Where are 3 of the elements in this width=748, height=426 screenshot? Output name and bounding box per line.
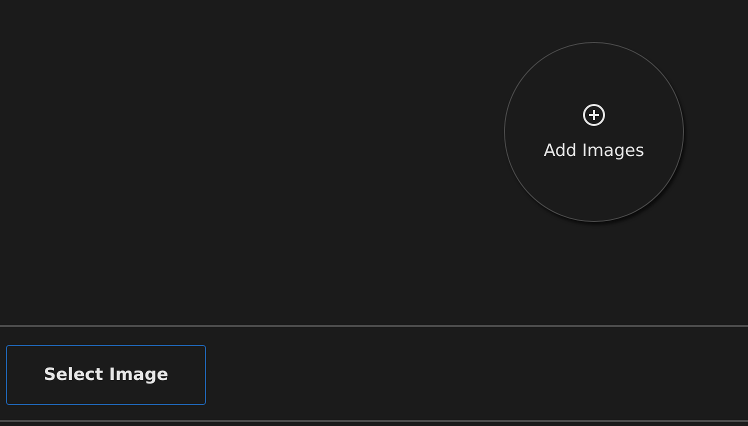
add-icon [582,103,606,127]
select-image-button[interactable]: Select Image [6,345,206,405]
add-images-button[interactable]: Add Images [504,42,684,222]
